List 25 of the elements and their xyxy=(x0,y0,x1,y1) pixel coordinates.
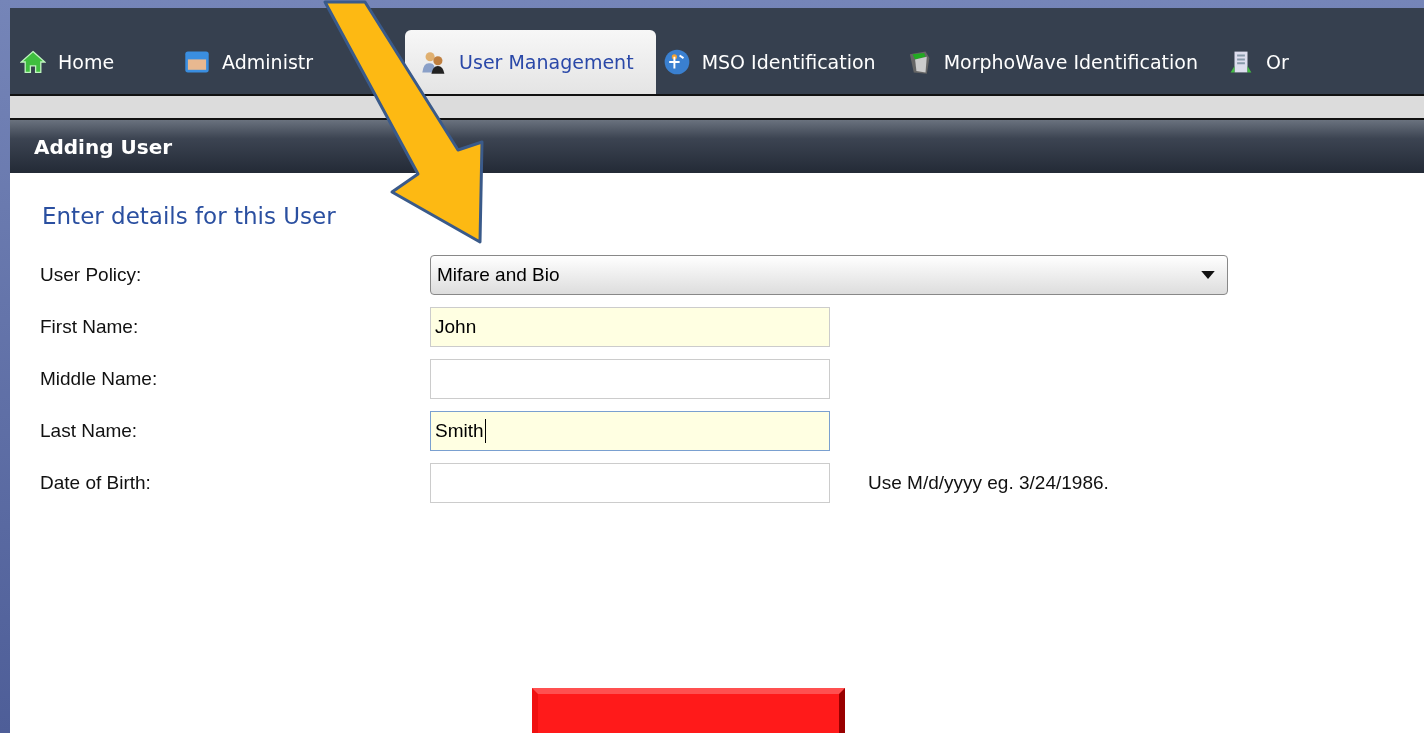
tab[interactable]: Administr xyxy=(178,30,314,94)
tab[interactable]: MSO Identification xyxy=(657,30,898,94)
format-hint: Use M/d/yyyy eg. 3/24/1986. xyxy=(868,472,1109,494)
tab[interactable]: MorphoWave Identification xyxy=(899,30,1220,94)
field-label: User Policy: xyxy=(40,264,143,286)
field-label: Date of Birth: xyxy=(40,472,152,494)
field-label: Middle Name: xyxy=(40,368,159,390)
policy-dropdown[interactable]: Mifare and Bio xyxy=(430,255,1228,295)
house-icon xyxy=(20,49,46,75)
building-icon xyxy=(1228,49,1254,75)
panel-title: Adding User xyxy=(34,134,173,159)
form-heading: Enter details for this User xyxy=(42,203,337,229)
tab[interactable]: User Management xyxy=(405,30,656,94)
folder-icon xyxy=(184,49,211,75)
caret-icon xyxy=(1201,270,1215,280)
action-button[interactable] xyxy=(532,688,845,733)
input-field[interactable] xyxy=(430,463,830,503)
field-label: Last Name: xyxy=(40,420,139,442)
network-icon xyxy=(663,49,690,75)
tab[interactable]: Or xyxy=(1222,30,1311,94)
input-field[interactable]: Smith xyxy=(430,411,830,451)
input-field[interactable]: John xyxy=(430,307,830,347)
field-label: First Name: xyxy=(40,316,140,338)
input-field[interactable] xyxy=(430,359,830,399)
tab[interactable]: Home xyxy=(14,30,177,94)
